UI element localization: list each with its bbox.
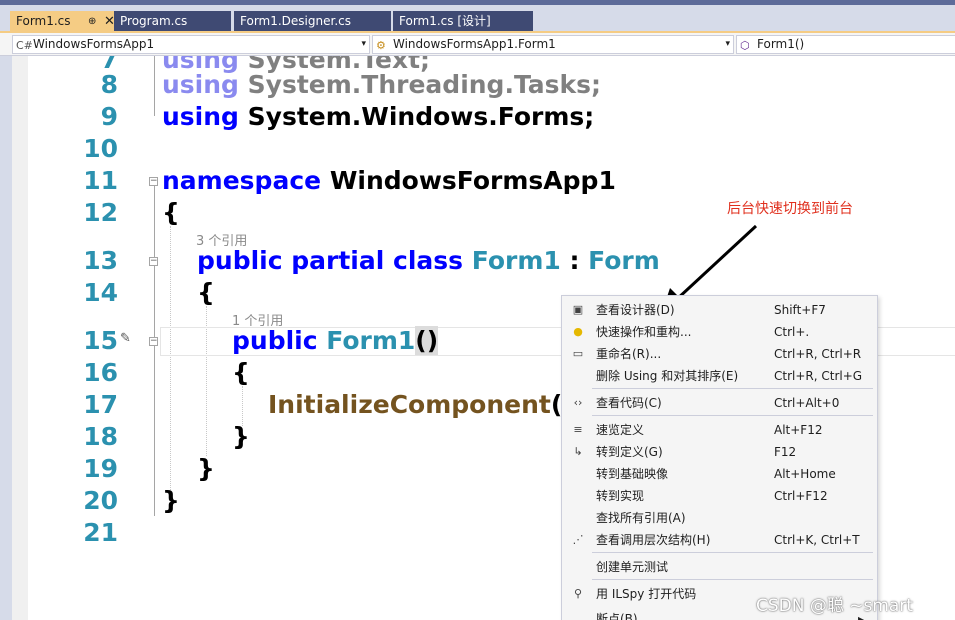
rename-icon: ▭ — [572, 347, 584, 360]
menu-separator — [592, 552, 873, 553]
tab-program-cs[interactable]: Program.cs — [114, 11, 231, 32]
code-line-17: InitializeComponent( — [268, 390, 563, 419]
menu-item-find-all-references[interactable]: 查找所有引用(A) — [562, 507, 877, 529]
context-menu: ▣ 查看设计器(D) Shift+F7 ● 快速操作和重构... Ctrl+. ▭ … — [561, 295, 878, 620]
line-number: 21 — [83, 518, 118, 547]
code-line-14: { — [197, 278, 215, 307]
goto-definition-icon: ↳ — [573, 445, 583, 458]
line-number: 19 — [83, 454, 118, 483]
code-line-12: { — [162, 198, 180, 227]
code-line-19: } — [197, 454, 215, 483]
indent-guide — [242, 386, 243, 426]
outline-line — [154, 56, 155, 116]
menu-item-create-unit-tests[interactable]: 创建单元测试 — [562, 556, 877, 578]
call-hierarchy-icon: ⋰ — [572, 533, 584, 546]
line-number: 13 — [83, 246, 118, 275]
menu-item-view-designer[interactable]: ▣ 查看设计器(D) Shift+F7 — [562, 299, 877, 321]
watermark: CSDN @聪 ~smart — [756, 596, 914, 616]
close-icon[interactable]: ✕ — [104, 11, 114, 32]
designer-icon: ▣ — [572, 303, 584, 316]
tab-form1-cs[interactable]: Form1.cs ⊕ ✕ — [10, 11, 114, 32]
code-line-13: public partial class Form1 : Form — [197, 246, 660, 275]
method-icon: ⬡ — [740, 39, 750, 52]
code-line-9: using System.Windows.Forms; — [162, 102, 595, 131]
peek-icon: ≡ — [573, 423, 583, 436]
tab-label: Program.cs — [120, 14, 188, 28]
menu-item-go-to-definition[interactable]: ↳ 转到定义(G) F12 — [562, 441, 877, 463]
menu-item-peek-definition[interactable]: ≡ 速览定义 Alt+F12 — [562, 419, 877, 441]
project-dropdown-value: WindowsFormsApp1 — [33, 37, 155, 51]
member-dropdown[interactable]: ⬡ Form1() — [736, 35, 955, 54]
menu-separator — [592, 415, 873, 416]
tab-form1-cs-design[interactable]: Form1.cs [设计] — [393, 11, 533, 32]
line-number: 9 — [100, 102, 118, 131]
line-number: 12 — [83, 198, 118, 227]
line-number: 10 — [83, 134, 118, 163]
editor-left-border — [0, 56, 12, 620]
navigation-bar: C# WindowsFormsApp1 ▾ ⚙ WindowsFormsApp1… — [0, 33, 955, 56]
menu-item-view-call-hierarchy[interactable]: ⋰ 查看调用层次结构(H) Ctrl+K, Ctrl+T — [562, 529, 877, 551]
class-dropdown[interactable]: ⚙ WindowsFormsApp1.Form1 ▾ — [372, 35, 734, 54]
indent-guide — [170, 226, 171, 494]
menu-separator — [592, 579, 873, 580]
annotation-text: 后台快速切换到前台 — [727, 201, 853, 217]
collapse-ctor-icon[interactable]: − — [149, 337, 158, 346]
code-line-18: } — [232, 422, 250, 451]
line-number: 8 — [100, 70, 118, 99]
menu-item-go-to-implementation[interactable]: 转到实现 Ctrl+F12 — [562, 485, 877, 507]
menu-item-view-code[interactable]: ‹› 查看代码(C) Ctrl+Alt+0 — [562, 392, 877, 414]
menu-item-remove-sort-usings[interactable]: 删除 Using 和对其排序(E) Ctrl+R, Ctrl+G — [562, 365, 877, 387]
line-number: 20 — [83, 486, 118, 515]
code-icon: ‹› — [573, 396, 583, 409]
lightbulb-icon: ● — [573, 325, 583, 338]
tab-label: Form1.cs — [16, 14, 71, 28]
annotation-arrow-line — [674, 224, 758, 302]
collapse-class-icon[interactable]: − — [149, 257, 158, 266]
line-number: 14 — [83, 278, 118, 307]
outline-line — [154, 186, 155, 516]
code-line-15: public Form1() — [232, 326, 439, 355]
code-line-8: using System.Threading.Tasks; — [162, 70, 602, 99]
title-strip — [0, 0, 955, 5]
chevron-down-icon: ▾ — [361, 39, 366, 49]
line-number: 16 — [83, 358, 118, 387]
menu-item-rename[interactable]: ▭ 重命名(R)... Ctrl+R, Ctrl+R — [562, 343, 877, 365]
menu-item-quick-actions[interactable]: ● 快速操作和重构... Ctrl+. — [562, 321, 877, 343]
line-number: 18 — [83, 422, 118, 451]
ilspy-icon: ⚲ — [573, 587, 583, 600]
tab-label: Form1.Designer.cs — [240, 14, 351, 28]
project-dropdown[interactable]: C# WindowsFormsApp1 ▾ — [12, 35, 370, 54]
csharp-project-icon: C# — [16, 39, 33, 52]
indicator-margin — [12, 56, 28, 620]
class-icon: ⚙ — [376, 39, 386, 52]
code-line-16: { — [232, 358, 250, 387]
quick-actions-screwdriver-icon[interactable]: ✎ — [120, 331, 131, 346]
line-number: 17 — [83, 390, 118, 419]
chevron-down-icon: ▾ — [725, 39, 730, 49]
line-number: 11 — [83, 166, 118, 195]
tab-label: Form1.cs [设计] — [399, 14, 491, 28]
line-number: 15 — [83, 326, 118, 355]
member-dropdown-value: Form1() — [757, 37, 805, 51]
pin-icon[interactable]: ⊕ — [88, 11, 96, 32]
code-line-11: namespace WindowsFormsApp1 — [162, 166, 616, 195]
menu-separator — [592, 388, 873, 389]
code-line-20: } — [162, 486, 180, 515]
tab-form1-designer-cs[interactable]: Form1.Designer.cs — [234, 11, 391, 32]
class-dropdown-value: WindowsFormsApp1.Form1 — [393, 37, 556, 51]
menu-item-go-to-base[interactable]: 转到基础映像 Alt+Home — [562, 463, 877, 485]
document-tab-bar: Form1.cs ⊕ ✕ Program.cs Form1.Designer.c… — [0, 0, 955, 33]
collapse-namespace-icon[interactable]: − — [149, 177, 158, 186]
